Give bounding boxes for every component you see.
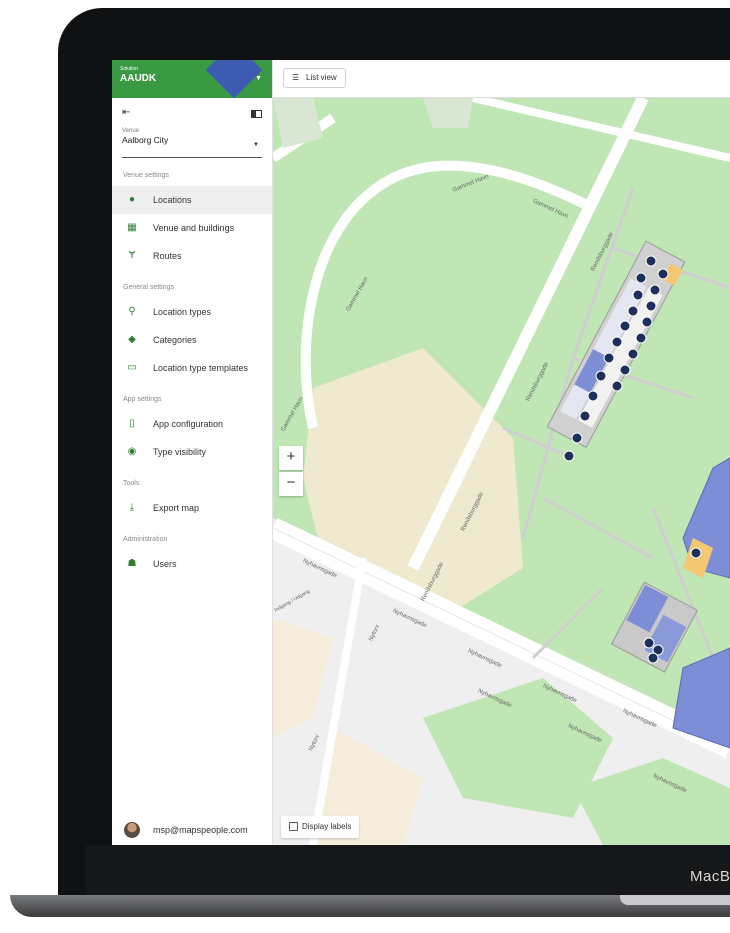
- laptop-mockup: MacB Solution AAUDK ▼ ⇤ Venue Aalborg Ci…: [0, 0, 730, 933]
- road-top-right: [472, 98, 730, 162]
- section-general-settings: General settings: [123, 284, 174, 291]
- users-icon: ☗: [127, 558, 137, 569]
- solution-selector[interactable]: Solution AAUDK ▼: [112, 60, 272, 98]
- venue-value: Aalborg City: [122, 135, 169, 145]
- collapse-left-icon[interactable]: ⇤: [122, 107, 130, 118]
- avatar: [124, 822, 140, 838]
- checkbox[interactable]: [289, 822, 298, 831]
- list-icon: ☰: [292, 73, 300, 82]
- sidebar-item-routes[interactable]: Ɏ Routes: [112, 242, 272, 270]
- sidebar-item-users[interactable]: ☗ Users: [112, 550, 272, 578]
- tag-icon: ◆: [128, 334, 136, 345]
- poi-marker: [690, 547, 702, 559]
- routes-icon: Ɏ: [128, 250, 136, 261]
- map-graphics: [273, 98, 730, 845]
- sidebar-item-label: Locations: [153, 195, 192, 205]
- sidebar-item-label: Type visibility: [153, 447, 207, 457]
- sidebar-item-label: Users: [153, 559, 177, 569]
- sidebar: Solution AAUDK ▼ ⇤ Venue Aalborg City ▼ …: [112, 60, 273, 845]
- download-icon: ⤓: [129, 502, 135, 513]
- map-canvas[interactable]: Gammel Havn Gammel Havn Gammel Havn Gamm…: [273, 98, 730, 845]
- sidebar-item-label: App configuration: [153, 419, 224, 429]
- sidebar-item-type-visibility[interactable]: ◉ Type visibility: [112, 438, 272, 466]
- venue-label: Venue: [122, 128, 140, 134]
- app-config-icon: ▯: [129, 418, 135, 429]
- chevron-down-icon: ▼: [255, 75, 262, 82]
- zoom-in-button[interactable]: +: [279, 446, 303, 470]
- block: [273, 98, 323, 148]
- chevron-down-icon: ▼: [253, 142, 259, 148]
- top-toolbar: ☰ List view: [273, 60, 730, 98]
- sidebar-controls: ⇤: [112, 98, 272, 128]
- sidebar-item-label: Export map: [153, 503, 200, 513]
- zoom-out-button[interactable]: −: [279, 472, 303, 496]
- sidebar-item-label: Venue and buildings: [153, 223, 235, 233]
- laptop-chin: [86, 845, 730, 897]
- section-venue-settings: Venue settings: [123, 172, 169, 179]
- sidebar-item-label: Location types: [153, 307, 212, 317]
- sidebar-item-location-type-templates[interactable]: ▭ Location type templates: [112, 354, 272, 382]
- sidebar-item-label: Categories: [153, 335, 197, 345]
- pin-icon: ⚲: [128, 306, 136, 317]
- eye-icon: ◉: [127, 446, 137, 457]
- sidebar-item-categories[interactable]: ◆ Categories: [112, 326, 272, 354]
- list-view-label: List view: [306, 73, 337, 82]
- display-labels-label: Display labels: [302, 822, 352, 831]
- sidebar-item-export-map[interactable]: ⤓ Export map: [112, 494, 272, 522]
- footpaths: [502, 187, 730, 660]
- poi-marker: [643, 637, 655, 649]
- solution-label: Solution: [120, 66, 139, 72]
- screen: Solution AAUDK ▼ ⇤ Venue Aalborg City ▼ …: [112, 60, 730, 845]
- sidebar-item-location-types[interactable]: ⚲ Location types: [112, 298, 272, 326]
- venue-selector[interactable]: Venue Aalborg City ▼: [122, 128, 262, 158]
- sidebar-item-locations[interactable]: ● Locations: [112, 186, 272, 214]
- sidebar-item-label: Routes: [153, 251, 182, 261]
- laptop-notch: [620, 895, 730, 905]
- solution-name: AAUDK: [120, 73, 157, 84]
- poi-marker: [647, 652, 659, 664]
- section-administration: Administration: [123, 536, 168, 543]
- panel-icon[interactable]: [251, 110, 262, 118]
- building-icon: ▦: [127, 222, 137, 233]
- sidebar-item-venue-and-buildings[interactable]: ▦ Venue and buildings: [112, 214, 272, 242]
- template-icon: ▭: [127, 362, 137, 373]
- section-tools: Tools: [123, 480, 140, 487]
- display-labels-toggle[interactable]: Display labels: [281, 816, 360, 838]
- list-view-button[interactable]: ☰ List view: [283, 68, 346, 88]
- laptop-brand-text: MacB: [690, 868, 730, 885]
- user-email: msp@mapspeople.com: [153, 825, 248, 835]
- block: [423, 98, 473, 128]
- map-marker-icon: ●: [128, 194, 136, 205]
- section-app-settings: App settings: [123, 396, 162, 403]
- sidebar-item-label: Location type templates: [153, 363, 249, 373]
- sidebar-item-app-configuration[interactable]: ▯ App configuration: [112, 410, 272, 438]
